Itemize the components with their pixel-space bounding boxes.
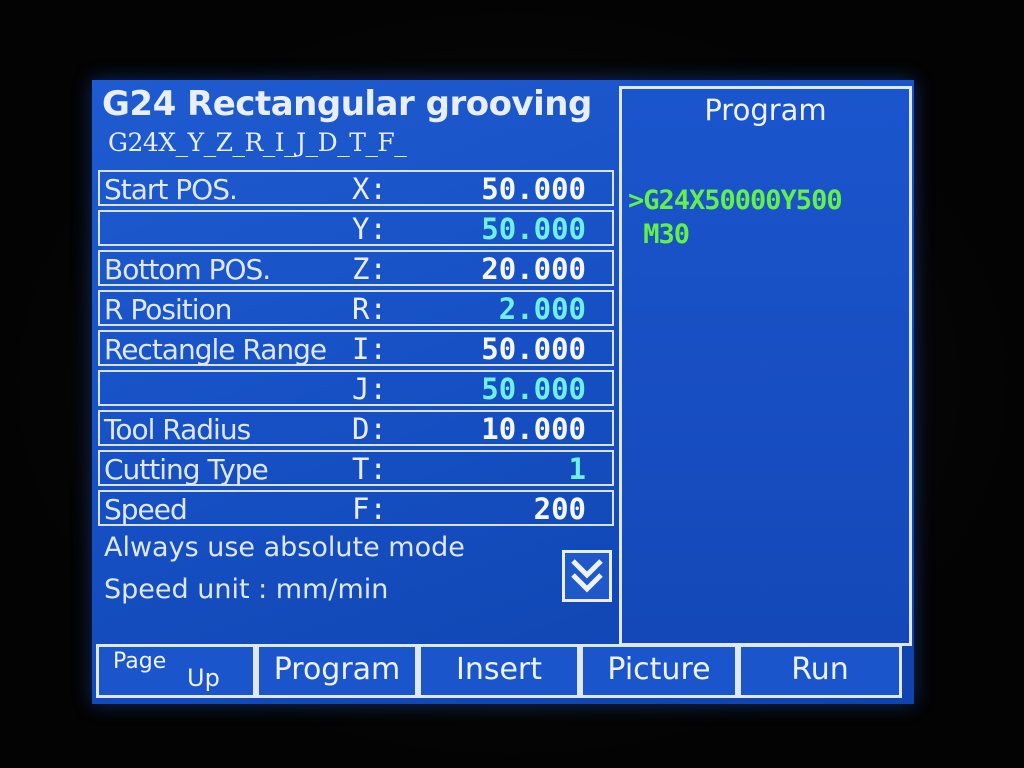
page-title: G24 Rectangular grooving [102,84,592,124]
param-axis: Z: [352,252,387,286]
note-speed-unit: Speed unit : mm/min [104,574,389,605]
param-label: Start POS. [104,173,238,206]
param-label: R Position [104,293,232,326]
param-axis: I: [352,332,387,366]
program-panel: Program >G24X50000Y500 M30 [619,86,912,646]
program-line[interactable]: M30 [628,219,690,250]
param-row-start-x[interactable]: Start POS. X: 50.000 [98,170,614,206]
param-row-range-i[interactable]: Rectangle Range I: 50.000 [98,330,614,366]
softkey-label: Up [187,664,220,692]
param-axis: R: [352,292,387,326]
param-label: Tool Radius [104,413,251,446]
program-line[interactable]: >G24X50000Y500 [628,185,843,216]
photo-frame: G24 Rectangular grooving G24X_Y_Z_R_I_J_… [0,0,1024,768]
param-value-f[interactable]: 200 [534,492,586,526]
run-softkey[interactable]: Run [738,644,902,698]
param-row-bottom-z[interactable]: Bottom POS. Z: 20.000 [98,250,614,286]
param-axis: X: [352,172,387,206]
param-row-tool-radius[interactable]: Tool Radius D: 10.000 [98,410,614,446]
cnc-screen: G24 Rectangular grooving G24X_Y_Z_R_I_J_… [92,80,914,704]
param-axis: T: [352,452,387,486]
param-axis: D: [352,412,387,446]
param-value-j[interactable]: 50.000 [481,372,586,406]
command-syntax: G24X_Y_Z_R_I_J_D_T_F_ [108,128,407,157]
param-row-range-j[interactable]: J: 50.000 [98,370,614,406]
param-axis: Y: [352,212,387,246]
param-value-t[interactable]: 1 [569,452,586,486]
insert-softkey[interactable]: Insert [418,644,580,698]
parameter-table: Start POS. X: 50.000 Y: 50.000 Bottom PO… [98,170,620,532]
param-value-x[interactable]: 50.000 [481,172,586,206]
param-label: Cutting Type [104,453,269,486]
param-axis: J: [352,372,387,406]
param-value-r[interactable]: 2.000 [499,292,586,326]
double-chevron-down-icon [571,559,603,593]
param-axis: F: [352,492,387,526]
param-row-r-position[interactable]: R Position R: 2.000 [98,290,614,326]
param-value-y[interactable]: 50.000 [481,212,586,246]
param-row-cutting-type[interactable]: Cutting Type T: 1 [98,450,614,486]
param-row-speed[interactable]: Speed F: 200 [98,490,614,526]
param-value-z[interactable]: 20.000 [481,252,586,286]
param-value-i[interactable]: 50.000 [481,332,586,366]
param-row-start-y[interactable]: Y: 50.000 [98,210,614,246]
param-label: Speed [104,493,188,526]
picture-softkey[interactable]: Picture [580,644,738,698]
softkey-bar: Page Up Program Insert Picture Run [96,644,906,698]
param-label: Bottom POS. [104,253,271,286]
scroll-down-button[interactable] [562,550,612,602]
program-panel-title: Program [704,93,827,127]
param-label: Rectangle Range [104,333,327,366]
page-up-softkey[interactable]: Page Up [96,644,256,698]
program-softkey[interactable]: Program [256,644,418,698]
param-value-d[interactable]: 10.000 [481,412,586,446]
softkey-label: Page [113,649,167,674]
note-absolute-mode: Always use absolute mode [104,532,465,563]
